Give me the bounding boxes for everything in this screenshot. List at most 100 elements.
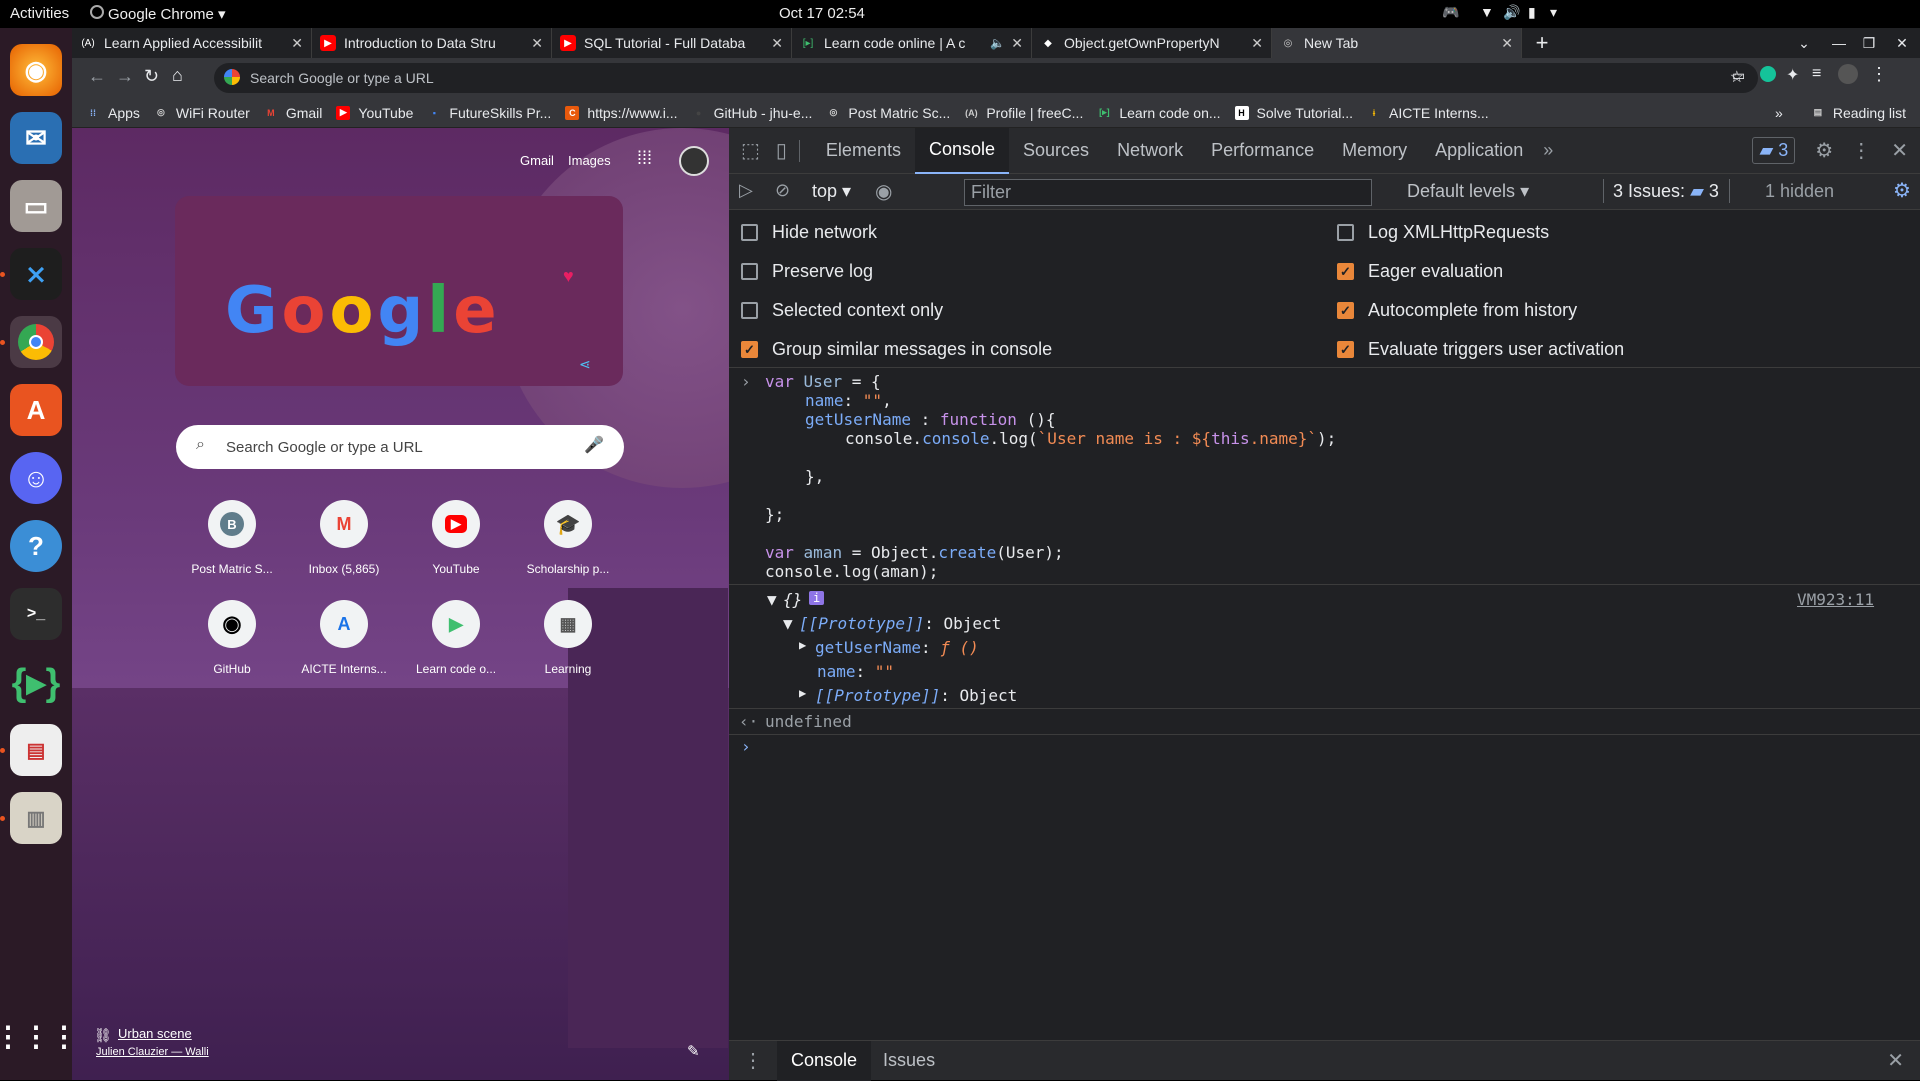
prototype-row[interactable]: [[Prototype]]: Object (799, 614, 1001, 633)
reload-icon[interactable]: ↻ (144, 66, 159, 87)
close-drawer-icon[interactable]: ✕ (1887, 1048, 1904, 1073)
google-apps-icon[interactable]: ⁞⁞⁞ (637, 148, 652, 169)
background-credit-title[interactable]: Urban scene (118, 1026, 192, 1041)
account-avatar[interactable] (679, 146, 709, 176)
close-tab-icon[interactable]: ✕ (531, 35, 543, 52)
bookmark-youtube[interactable]: ▶ YouTube (336, 105, 413, 121)
tab-sql-tutorial[interactable]: ▶ SQL Tutorial - Full Databa ✕ (552, 28, 792, 58)
thunderbird-icon[interactable]: ✉ (10, 112, 62, 164)
background-credit-author[interactable]: Julien Clauzier — Walli (96, 1046, 209, 1058)
shortcut-github[interactable]: ◉ GitHub (176, 600, 288, 700)
tab-search-icon[interactable]: ⌄ (1784, 28, 1824, 58)
drawer-menu-icon[interactable]: ⋮ (743, 1048, 763, 1073)
drawer-tab-console[interactable]: Console (777, 1040, 872, 1081)
files-icon[interactable]: ▭ (10, 180, 62, 232)
live-expression-eye-icon[interactable]: ◉ (875, 179, 892, 204)
issues-badge[interactable]: ▰ 3 (1752, 137, 1796, 164)
gmail-link[interactable]: Gmail (520, 153, 554, 168)
bookmark-freecodecamp-profile[interactable]: (A) Profile | freeC... (964, 105, 1083, 121)
tab-learn-accessibility[interactable]: (A) Learn Applied Accessibilit ✕ (72, 28, 312, 58)
share-icon[interactable]: ⋖ (579, 356, 591, 373)
collapse-triangle-icon[interactable]: ▶ (799, 638, 806, 652)
shortcut-inbox[interactable]: M Inbox (5,865) (288, 500, 400, 600)
option-autocomplete-history[interactable]: ✓ Autocomplete from history (1337, 300, 1577, 321)
forward-icon[interactable]: → (116, 66, 134, 87)
bookmark-wifi-router[interactable]: ◎ WiFi Router (154, 105, 250, 121)
devtools-menu-icon[interactable]: ⋮ (1851, 138, 1871, 163)
help-icon[interactable]: ? (10, 520, 62, 572)
home-icon[interactable]: ⌂ (172, 65, 183, 86)
console-settings-gear-icon[interactable]: ⚙ (1893, 178, 1911, 203)
bookmark-learn-code[interactable]: [▸] Learn code on... (1097, 105, 1220, 121)
grammarly-icon[interactable] (1760, 66, 1776, 82)
option-preserve-log[interactable]: Preserve log (741, 261, 873, 282)
collapse-triangle-icon[interactable]: ▶ (799, 686, 806, 700)
back-icon[interactable]: ← (88, 66, 106, 87)
bookmark-futureskills[interactable]: ▪ FutureSkills Pr... (427, 105, 552, 121)
tab-sources[interactable]: Sources (1009, 128, 1103, 174)
tab-elements[interactable]: Elements (812, 128, 915, 174)
option-group-similar[interactable]: ✓ Group similar messages in console (741, 339, 1052, 360)
option-selected-context-only[interactable]: Selected context only (741, 300, 943, 321)
checkbox[interactable] (741, 302, 758, 319)
more-tabs-icon[interactable]: » (1543, 140, 1553, 161)
option-evaluate-triggers[interactable]: ✓ Evaluate triggers user activation (1337, 339, 1624, 360)
sidebar-toggle-icon[interactable]: ▷ (739, 180, 753, 201)
tab-application[interactable]: Application (1421, 128, 1537, 174)
shortcut-learning[interactable]: ▦ Learning (512, 600, 624, 700)
images-link[interactable]: Images (568, 153, 611, 168)
google-doodle[interactable]: Google ♥ ⋖ (175, 196, 623, 386)
discord-tray-icon[interactable]: 🎮 (1442, 4, 1459, 21)
vscode-icon[interactable]: ⨯ (0, 248, 62, 300)
audio-playing-icon[interactable]: 🔈 (990, 36, 1005, 50)
close-tab-icon[interactable]: ✕ (771, 35, 783, 52)
log-levels-dropdown[interactable]: Default levels ▾ (1407, 181, 1529, 202)
shortcut-aicte[interactable]: A AICTE Interns... (288, 600, 400, 700)
tab-learn-code-online[interactable]: [▸] Learn code online | A c 🔈 ✕ (792, 28, 1032, 58)
close-window-icon[interactable]: ✕ (1884, 28, 1920, 58)
checkbox-checked[interactable]: ✓ (741, 341, 758, 358)
bookmark-solve-tutorial[interactable]: H Solve Tutorial... (1234, 105, 1353, 121)
restore-icon[interactable]: ❐ (1854, 28, 1884, 58)
software-center-icon[interactable]: A (10, 384, 62, 436)
checkbox-checked[interactable]: ✓ (1337, 263, 1354, 280)
object-summary[interactable]: {} (783, 590, 802, 609)
device-toolbar-icon[interactable]: ▯ (776, 138, 787, 163)
bookmark-github[interactable]: ● GitHub - jhu-e... (692, 105, 813, 121)
checkbox[interactable] (1337, 224, 1354, 241)
extension-icon[interactable]: ▭ (1732, 67, 1745, 84)
close-tab-icon[interactable]: ✕ (1501, 35, 1513, 52)
app-menu[interactable]: Google Chrome ▾ (108, 5, 226, 23)
expand-triangle-icon[interactable]: ▼ (767, 590, 777, 609)
shortcut-post-matric[interactable]: B Post Matric S... (176, 500, 288, 600)
checkbox[interactable] (741, 224, 758, 241)
show-apps-icon[interactable]: ⋮⋮⋮ (0, 1010, 78, 1062)
battery-icon[interactable]: ▮ (1528, 4, 1536, 21)
freecodecamp-icon[interactable]: {▸} (10, 656, 62, 708)
source-link[interactable]: VM923:11 (1797, 590, 1874, 609)
prototype-row-2[interactable]: [[Prototype]]: Object (815, 686, 1017, 705)
archive-manager-icon[interactable]: ▥ (0, 792, 62, 844)
customize-pencil-icon[interactable]: ✎ (687, 1042, 700, 1060)
wifi-icon[interactable]: ▼ (1480, 4, 1494, 20)
tab-new-tab[interactable]: ◎ New Tab ✕ (1272, 28, 1522, 58)
bookmark-post-matric[interactable]: ◎ Post Matric Sc... (826, 105, 950, 121)
tab-network[interactable]: Network (1103, 128, 1197, 174)
chrome-menu-icon[interactable]: ⋮ (1870, 64, 1888, 85)
close-tab-icon[interactable]: ✕ (1251, 35, 1263, 52)
console-filter-input[interactable]: Filter (964, 179, 1372, 206)
settings-gear-icon[interactable]: ⚙ (1815, 138, 1833, 163)
tab-memory[interactable]: Memory (1328, 128, 1421, 174)
console-prompt-icon[interactable]: › (741, 737, 751, 756)
option-log-xhr[interactable]: Log XMLHttpRequests (1337, 222, 1549, 243)
checkbox[interactable] (741, 263, 758, 280)
address-bar[interactable]: Search Google or type a URL ☆ (214, 63, 1758, 93)
clear-console-icon[interactable]: ⊘ (775, 180, 790, 201)
activities-button[interactable]: Activities (10, 5, 69, 22)
issues-counter[interactable]: 3 Issues: ▰ 3 (1613, 181, 1719, 202)
discord-icon[interactable]: ☺ (10, 452, 62, 504)
close-devtools-icon[interactable]: ✕ (1891, 138, 1908, 163)
shortcut-scholarship[interactable]: 🎓 Scholarship p... (512, 500, 624, 600)
tab-object-getownproperty[interactable]: ◆ Object.getOwnPropertyN ✕ (1032, 28, 1272, 58)
method-row[interactable]: getUserName: ƒ () (815, 638, 979, 657)
